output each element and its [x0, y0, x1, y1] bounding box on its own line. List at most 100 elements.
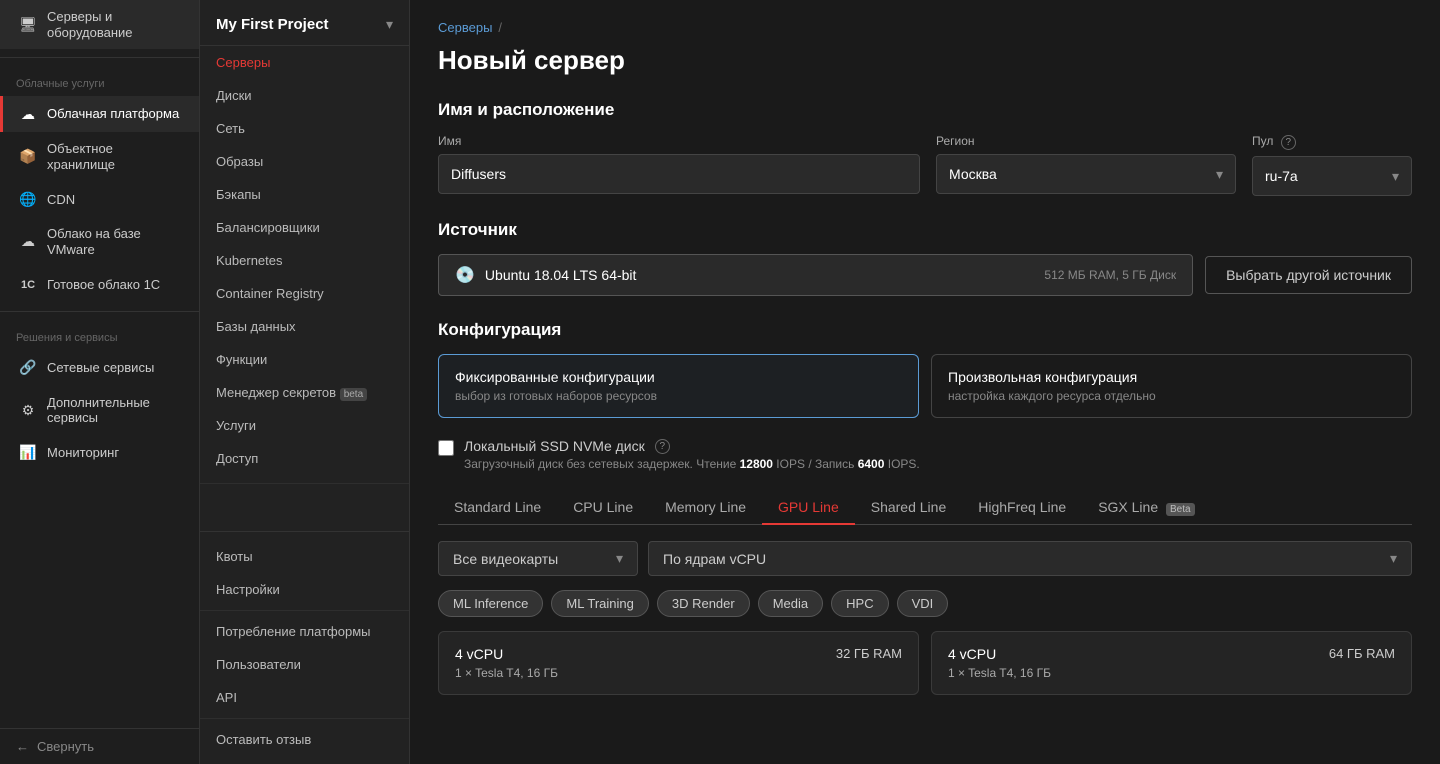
- server-card-1[interactable]: 4 vCPU 64 ГБ RAM 1 × Tesla T4, 16 ГБ: [931, 631, 1412, 695]
- gpu-filter-button[interactable]: Все видеокарты ▾: [438, 541, 638, 576]
- server-card-1-top: 4 vCPU 64 ГБ RAM: [948, 646, 1395, 662]
- subnav-item-settings[interactable]: Настройки: [200, 573, 409, 606]
- subnav-item-servers[interactable]: Серверы: [200, 46, 409, 79]
- chip-vdi[interactable]: VDI: [897, 590, 949, 617]
- ssd-checkbox[interactable]: [438, 440, 454, 456]
- breadcrumb-link[interactable]: Серверы: [438, 20, 492, 35]
- subnav-item-network[interactable]: Сеть: [200, 112, 409, 145]
- project-dropdown-icon[interactable]: ▾: [386, 16, 393, 33]
- config-card-custom[interactable]: Произвольная конфигурация настройка кажд…: [931, 354, 1412, 418]
- tab-gpu[interactable]: GPU Line: [762, 491, 855, 525]
- page-title: Новый сервер: [438, 45, 1412, 76]
- cloud-icon: ☁: [19, 105, 37, 123]
- subnav-header: My First Project ▾: [200, 0, 409, 46]
- config-fixed-title: Фиксированные конфигурации: [455, 369, 902, 385]
- tab-memory[interactable]: Memory Line: [649, 491, 762, 525]
- breadcrumb-separator: /: [498, 20, 502, 35]
- chip-ml-inference[interactable]: ML Inference: [438, 590, 543, 617]
- sidebar-item-extra-services[interactable]: ⚙ Дополнительные сервисы: [0, 386, 199, 435]
- tab-sgx[interactable]: SGX Line Beta: [1082, 491, 1210, 525]
- subnav-item-disks[interactable]: Диски: [200, 79, 409, 112]
- server-card-0-top: 4 vCPU 32 ГБ RAM: [455, 646, 902, 662]
- ssd-write: 6400: [858, 457, 885, 471]
- subnav-item-access[interactable]: Доступ: [200, 442, 409, 475]
- subnav-item-quotas[interactable]: Квоты: [200, 540, 409, 573]
- subnav-item-kubernetes[interactable]: Kubernetes: [200, 244, 409, 277]
- subnav-item-consumption[interactable]: Потребление платформы: [200, 615, 409, 648]
- sidebar-item-1c[interactable]: 1C Готовое облако 1С: [0, 267, 199, 303]
- region-field-group: Регион Москва ▾: [936, 134, 1236, 196]
- config-custom-title: Произвольная конфигурация: [948, 369, 1395, 385]
- cloud-services-label: Облачные услуги: [0, 66, 199, 96]
- os-meta: 512 МБ RAM, 5 ГБ Диск: [1044, 268, 1176, 282]
- ssd-help-icon[interactable]: ?: [655, 439, 670, 454]
- subnav-item-feedback[interactable]: Оставить отзыв: [200, 723, 409, 756]
- monitoring-icon: 📊: [19, 444, 37, 462]
- sidebar-item-cloud-platform[interactable]: ☁ Облачная платформа: [0, 96, 199, 132]
- sidebar-collapse-btn[interactable]: ← Свернуть: [0, 728, 199, 764]
- server-cards: 4 vCPU 32 ГБ RAM 1 × Tesla T4, 16 ГБ 4 v…: [438, 631, 1412, 695]
- subnav-item-services[interactable]: Услуги: [200, 409, 409, 442]
- config-card-fixed[interactable]: Фиксированные конфигурации выбор из гото…: [438, 354, 919, 418]
- sidebar-item-cdn[interactable]: 🌐 CDN: [0, 181, 199, 217]
- chips-row: ML Inference ML Training 3D Render Media…: [438, 590, 1412, 617]
- ssd-read: 12800: [740, 457, 773, 471]
- network-icon: 🔗: [19, 359, 37, 377]
- tab-highfreq[interactable]: HighFreq Line: [962, 491, 1082, 525]
- server-card-0-vcpu: 4 vCPU: [455, 646, 503, 662]
- server-card-1-gpu: 1 × Tesla T4, 16 ГБ: [948, 666, 1395, 680]
- sort-filter-button[interactable]: По ядрам vCPU ▾: [648, 541, 1412, 576]
- breadcrumb: Серверы /: [438, 20, 1412, 35]
- chip-media[interactable]: Media: [758, 590, 823, 617]
- chip-ml-training[interactable]: ML Training: [551, 590, 648, 617]
- main-content: Серверы / Новый сервер Имя и расположени…: [410, 0, 1440, 764]
- subnav-item-backups[interactable]: Бэкапы: [200, 178, 409, 211]
- subnav-item-databases[interactable]: Базы данных: [200, 310, 409, 343]
- select-source-button[interactable]: Выбрать другой источник: [1205, 256, 1412, 294]
- sidebar-item-network-services[interactable]: 🔗 Сетевые сервисы: [0, 350, 199, 386]
- sidebar-item-monitoring[interactable]: 📊 Мониторинг: [0, 435, 199, 471]
- subnav-bottom: Квоты Настройки Потребление платформы По…: [200, 531, 409, 764]
- pool-select[interactable]: ru-7a ▾: [1252, 156, 1412, 196]
- subnav-item-images[interactable]: Образы: [200, 145, 409, 178]
- project-title: My First Project: [216, 16, 329, 33]
- source-os-item[interactable]: 💿 Ubuntu 18.04 LTS 64-bit 512 МБ RAM, 5 …: [438, 254, 1193, 296]
- chip-hpc[interactable]: HPC: [831, 590, 888, 617]
- server-card-0-gpu: 1 × Tesla T4, 16 ГБ: [455, 666, 902, 680]
- server-card-1-vcpu: 4 vCPU: [948, 646, 996, 662]
- tab-cpu[interactable]: CPU Line: [557, 491, 649, 525]
- subnav-item-api[interactable]: API: [200, 681, 409, 714]
- tab-standard[interactable]: Standard Line: [438, 491, 557, 525]
- subnav-item-secrets[interactable]: Менеджер секретов beta: [200, 376, 409, 409]
- extra-icon: ⚙: [19, 401, 37, 419]
- sidebar-item-vmware[interactable]: ☁ Облако на базе VMware: [0, 217, 199, 266]
- subnav-item-balancers[interactable]: Балансировщики: [200, 211, 409, 244]
- subnav-item-users[interactable]: Пользователи: [200, 648, 409, 681]
- region-chevron-icon: ▾: [1216, 166, 1223, 183]
- sidebar-item-servers[interactable]: 🖥 Серверы и оборудование: [0, 0, 199, 49]
- solutions-label: Решения и сервисы: [0, 320, 199, 350]
- tab-shared[interactable]: Shared Line: [855, 491, 963, 525]
- 1c-icon: 1C: [19, 276, 37, 294]
- name-location-fields: Имя Регион Москва ▾ Пул ? ru-7a ▾: [438, 134, 1412, 196]
- pool-label: Пул ?: [1252, 134, 1412, 150]
- filter-row: Все видеокарты ▾ По ядрам vCPU ▾: [438, 541, 1412, 576]
- region-select[interactable]: Москва ▾: [936, 154, 1236, 194]
- config-cards: Фиксированные конфигурации выбор из гото…: [438, 354, 1412, 418]
- server-card-0[interactable]: 4 vCPU 32 ГБ RAM 1 × Tesla T4, 16 ГБ: [438, 631, 919, 695]
- server-icon: 🖥: [19, 16, 37, 34]
- subnav-item-container-registry[interactable]: Container Registry: [200, 277, 409, 310]
- pool-help-icon[interactable]: ?: [1281, 135, 1296, 150]
- chip-3d-render[interactable]: 3D Render: [657, 590, 750, 617]
- ssd-checkbox-row: Локальный SSD NVMe диск ? Загрузочный ди…: [438, 438, 1412, 471]
- subnav-item-functions[interactable]: Функции: [200, 343, 409, 376]
- os-name: Ubuntu 18.04 LTS 64-bit: [485, 267, 637, 283]
- ssd-desc: Загрузочный диск без сетевых задержек. Ч…: [464, 457, 920, 471]
- config-fixed-sub: выбор из готовых наборов ресурсов: [455, 389, 902, 403]
- sidebar: 🖥 Серверы и оборудование Облачные услуги…: [0, 0, 200, 764]
- name-input[interactable]: [438, 154, 920, 194]
- ssd-checkbox-content: Локальный SSD NVMe диск ? Загрузочный ди…: [464, 438, 920, 471]
- sidebar-item-object-storage[interactable]: 📦 Объектное хранилище: [0, 132, 199, 181]
- config-custom-sub: настройка каждого ресурса отдельно: [948, 389, 1395, 403]
- gpu-filter-chevron-icon: ▾: [616, 550, 623, 567]
